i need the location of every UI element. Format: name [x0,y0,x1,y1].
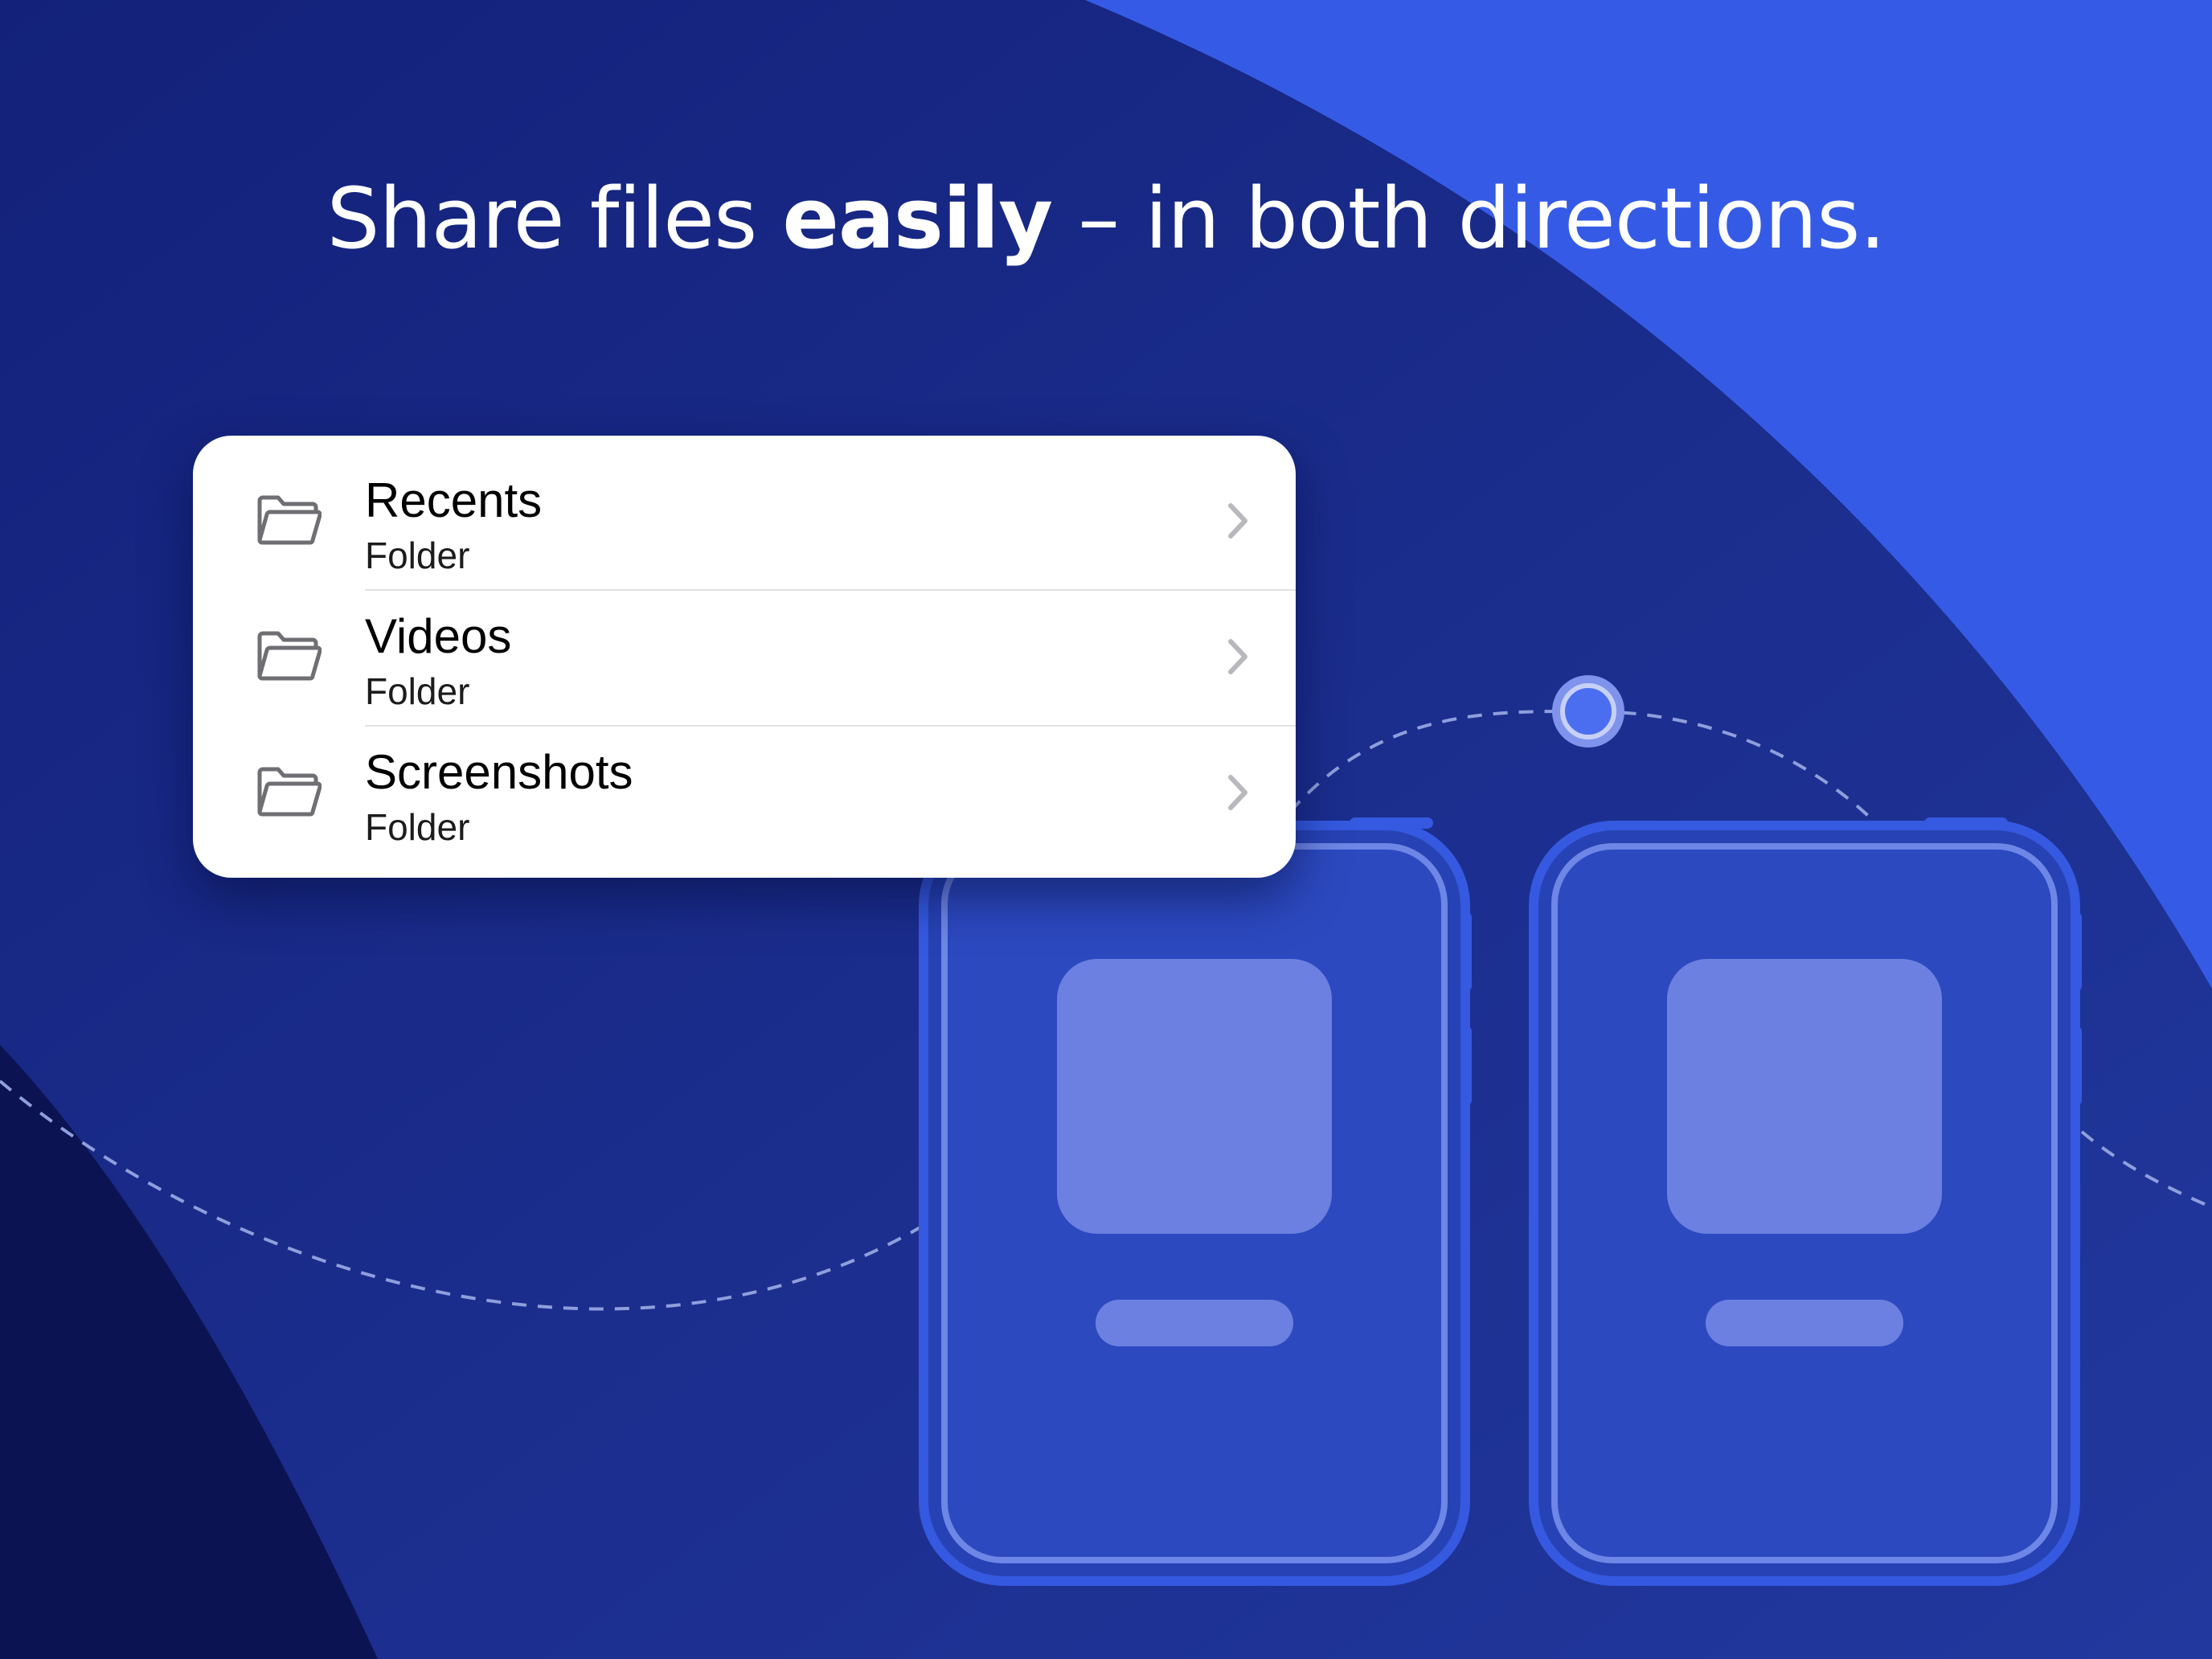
folder-icon [257,767,322,817]
chevron-right-icon [1228,639,1247,674]
list-item-screenshots[interactable]: Screenshots Folder [193,725,1296,861]
connection-dot-icon [1552,675,1624,748]
chevron-right-icon [1228,775,1247,810]
device-right-text-placeholder [1706,1300,1903,1346]
list-item-title: Screenshots [365,745,633,799]
file-list-card: Recents Folder Videos Folder Screenshots [193,436,1296,878]
list-item-title: Recents [365,473,543,527]
chevron-right-icon [1228,503,1247,539]
folder-icon [257,495,322,545]
device-left [919,817,1472,1586]
device-right-image-placeholder [1667,959,1942,1234]
connection-path-left [0,1079,934,1311]
promo-screen: Share files easily – in both directions. [0,0,2212,1659]
list-item-subtitle: Folder [365,670,470,712]
list-item-subtitle: Folder [365,806,470,848]
list-item-title: Videos [365,609,512,663]
device-left-text-placeholder [1096,1300,1293,1346]
list-item-subtitle: Folder [365,535,470,576]
connection-path-right [2080,1130,2212,1209]
device-left-image-placeholder [1057,959,1332,1234]
list-item-videos[interactable]: Videos Folder [193,589,1296,725]
device-right [1529,817,2082,1586]
list-item-recents[interactable]: Recents Folder [193,453,1296,589]
folder-icon [257,631,322,681]
